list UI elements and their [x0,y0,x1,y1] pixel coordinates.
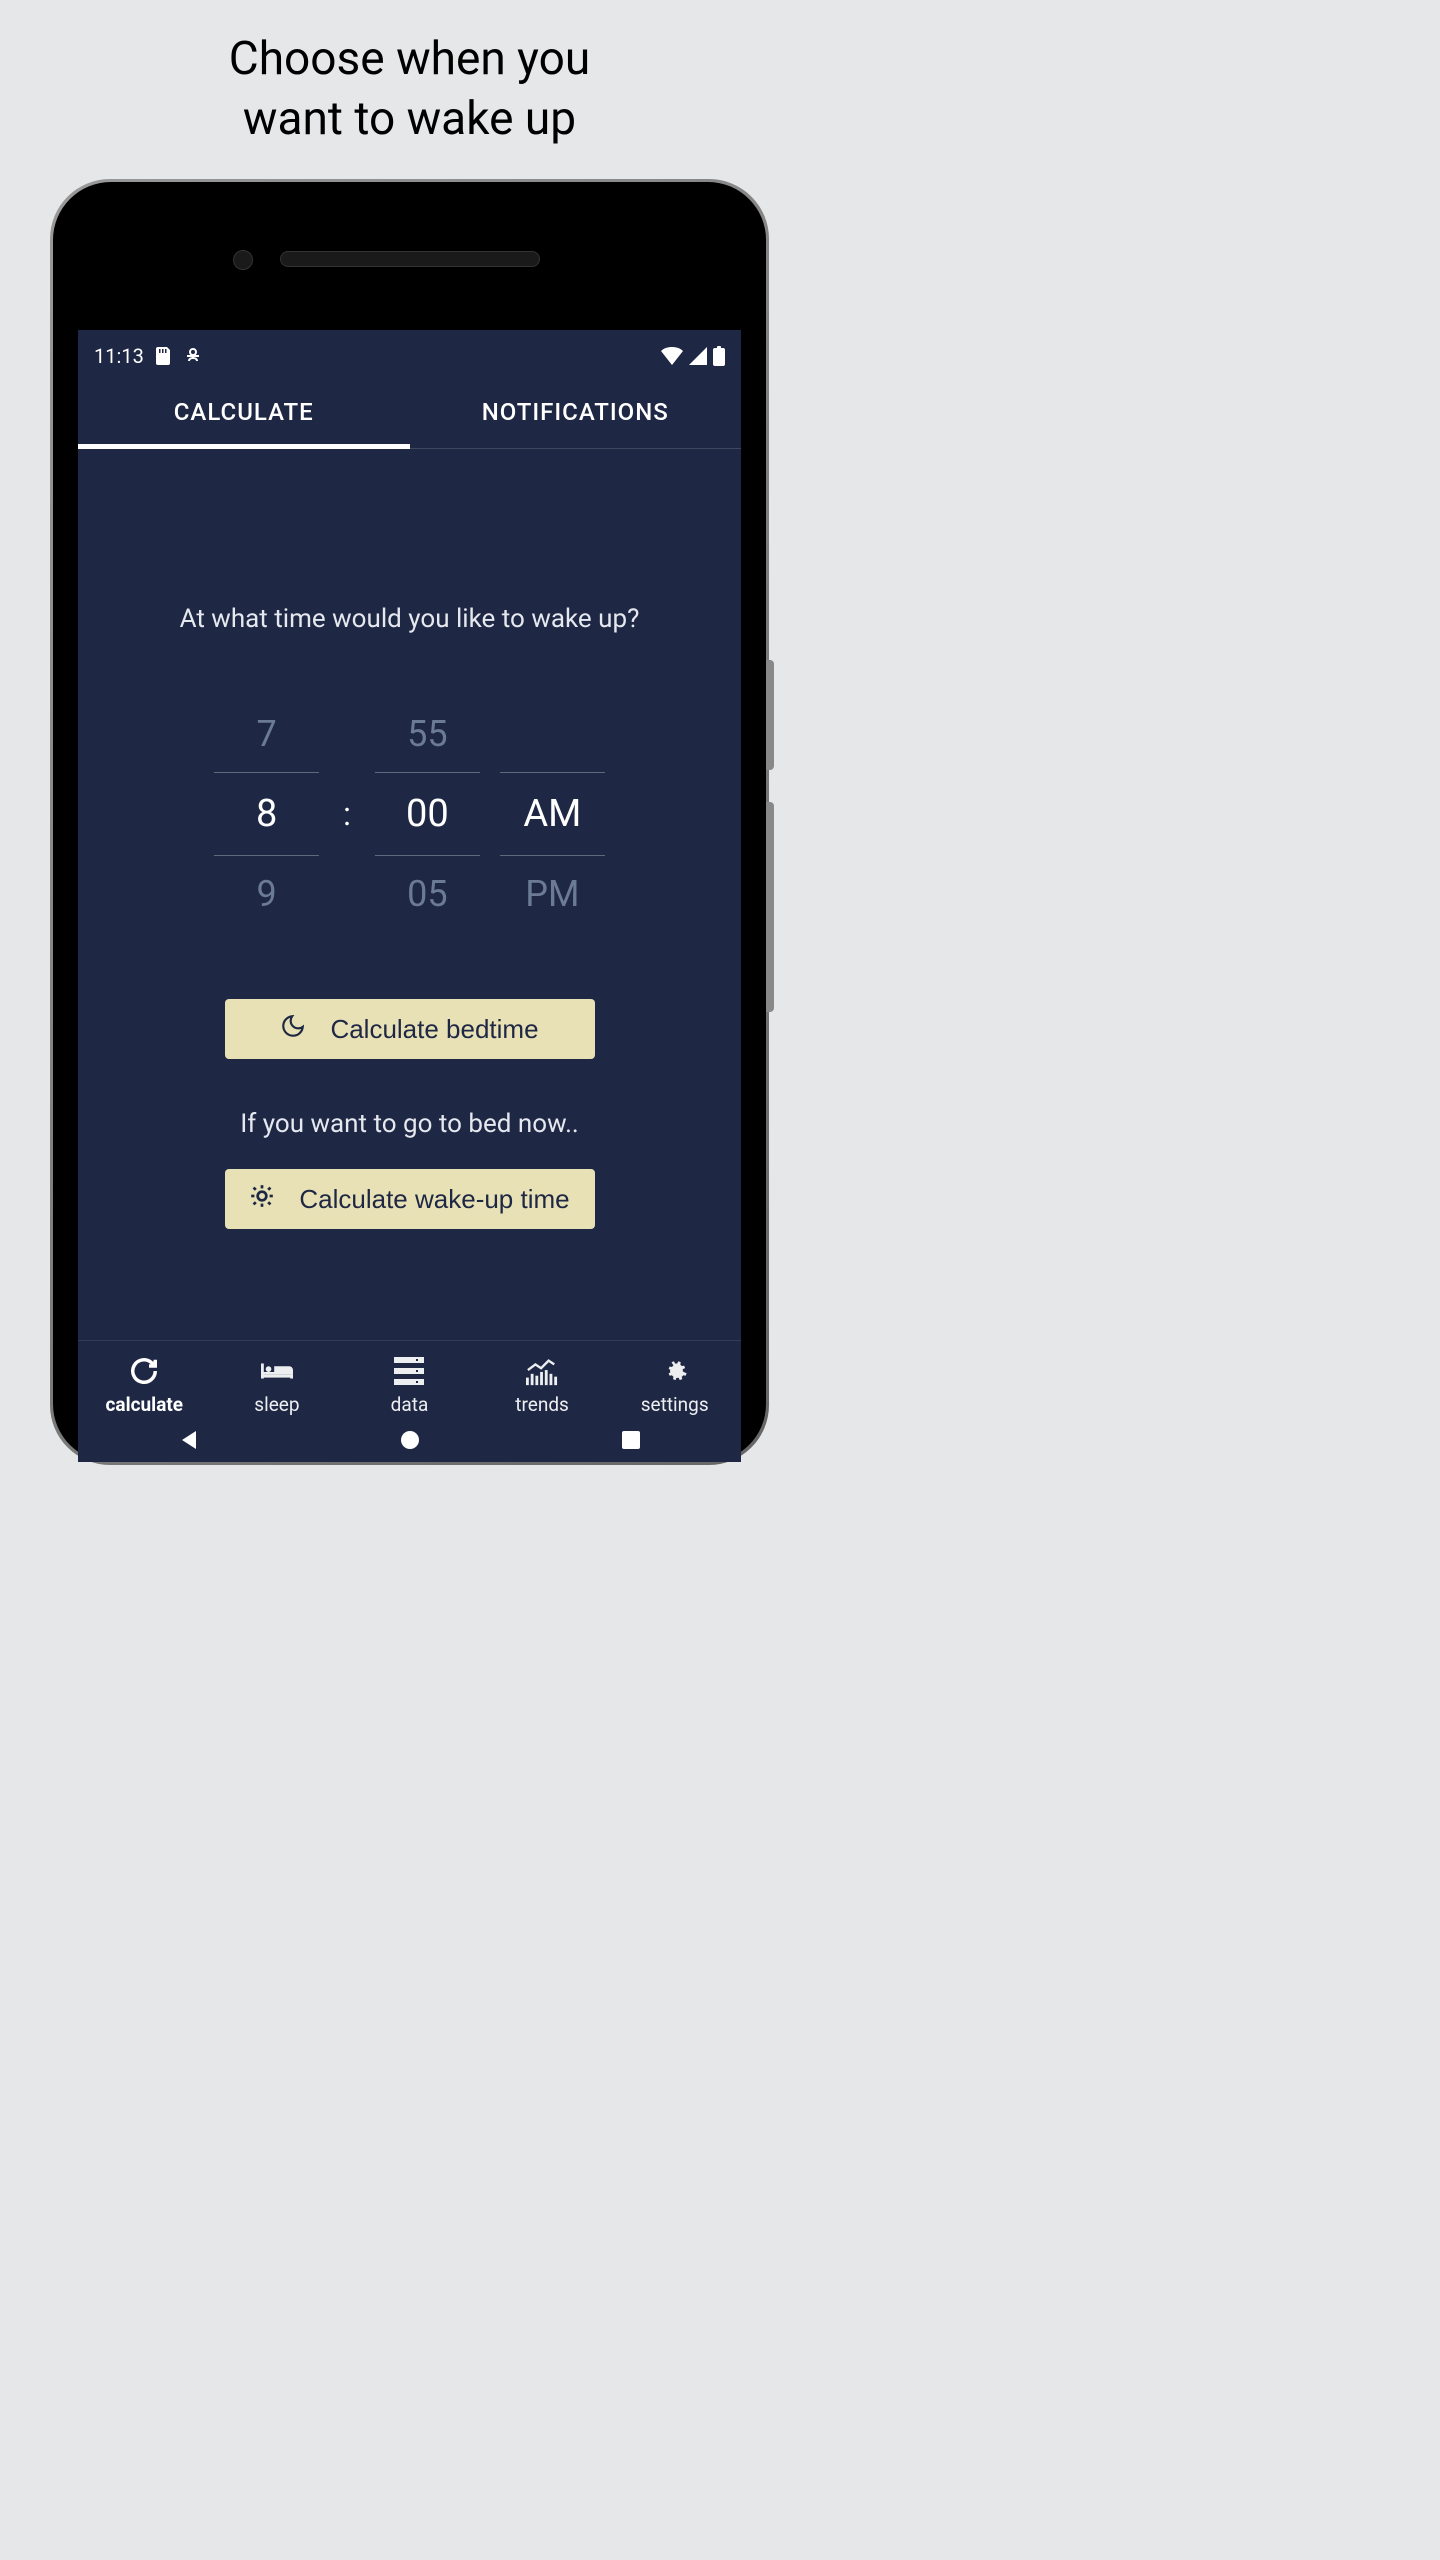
nav-data[interactable]: data [343,1349,476,1422]
gear-icon [659,1355,691,1387]
moon-icon [280,1013,306,1046]
hour-picker[interactable]: 7 8 9 [214,694,319,934]
nav-sleep[interactable]: sleep [211,1349,344,1422]
sd-card-icon [156,347,172,365]
hour-next[interactable]: 9 [214,854,319,934]
app-screen: 11:13 CALCULATE [78,330,741,1462]
status-bar-right [661,346,725,366]
nav-data-label: data [391,1393,429,1416]
page-title-line2: want to wake up [243,92,576,146]
data-icon [393,1355,425,1387]
hour-selected[interactable]: 8 [214,774,319,854]
wifi-icon [661,347,683,365]
sun-icon [249,1183,275,1216]
refresh-icon [128,1355,160,1387]
bed-icon [261,1355,293,1387]
phone-frame: 11:13 CALCULATE [53,182,766,1462]
battery-icon [713,346,725,366]
main-content: At what time would you like to wake up? … [78,449,741,1229]
time-picker[interactable]: 7 8 9 : 55 00 05 AM PM [108,694,711,934]
top-tabs: CALCULATE NOTIFICATIONS [78,376,741,449]
android-home-icon[interactable] [399,1429,421,1455]
calculate-bedtime-label: Calculate bedtime [330,1014,538,1045]
calculate-wakeup-button[interactable]: Calculate wake-up time [225,1169,595,1229]
page-title: Choose when you want to wake up [0,30,819,150]
phone-camera [233,250,253,270]
minute-selected[interactable]: 00 [375,774,480,854]
period-selected[interactable]: AM [500,774,605,854]
page-title-line1: Choose when you [229,32,590,86]
nav-calculate[interactable]: calculate [78,1349,211,1422]
nav-trends[interactable]: trends [476,1349,609,1422]
calculate-bedtime-button[interactable]: Calculate bedtime [225,999,595,1059]
nav-trends-label: trends [515,1393,569,1416]
android-nav-bar [78,1422,741,1462]
status-bar: 11:13 [78,330,741,376]
android-back-icon[interactable] [178,1429,200,1455]
wake-up-question: At what time would you like to wake up? [108,604,711,634]
phone-volume-button [766,802,774,1012]
android-recent-icon[interactable] [621,1430,641,1454]
hour-prev[interactable]: 7 [214,694,319,774]
phone-speaker [280,251,540,267]
minute-prev[interactable]: 55 [375,694,480,774]
minute-next[interactable]: 05 [375,854,480,934]
nav-calculate-label: calculate [106,1393,184,1416]
bottom-nav: calculate sleep data trends [78,1340,741,1422]
minute-picker[interactable]: 55 00 05 [375,694,480,934]
status-bar-left: 11:13 [94,344,202,368]
period-next[interactable]: PM [500,854,605,934]
tab-calculate[interactable]: CALCULATE [78,376,410,448]
trends-icon [526,1355,558,1387]
signal-icon [689,347,707,365]
nav-settings-label: settings [641,1393,709,1416]
calculate-wakeup-label: Calculate wake-up time [299,1184,569,1215]
alt-text: If you want to go to bed now.. [108,1109,711,1139]
period-prev[interactable] [500,694,605,774]
tab-notifications[interactable]: NOTIFICATIONS [410,376,742,448]
status-time: 11:13 [94,344,144,368]
nav-sleep-label: sleep [254,1393,299,1416]
phone-power-button [766,660,774,770]
period-picker[interactable]: AM PM [500,694,605,934]
nav-settings[interactable]: settings [608,1349,741,1422]
status-app-icon [184,347,202,365]
time-separator: : [339,774,355,854]
